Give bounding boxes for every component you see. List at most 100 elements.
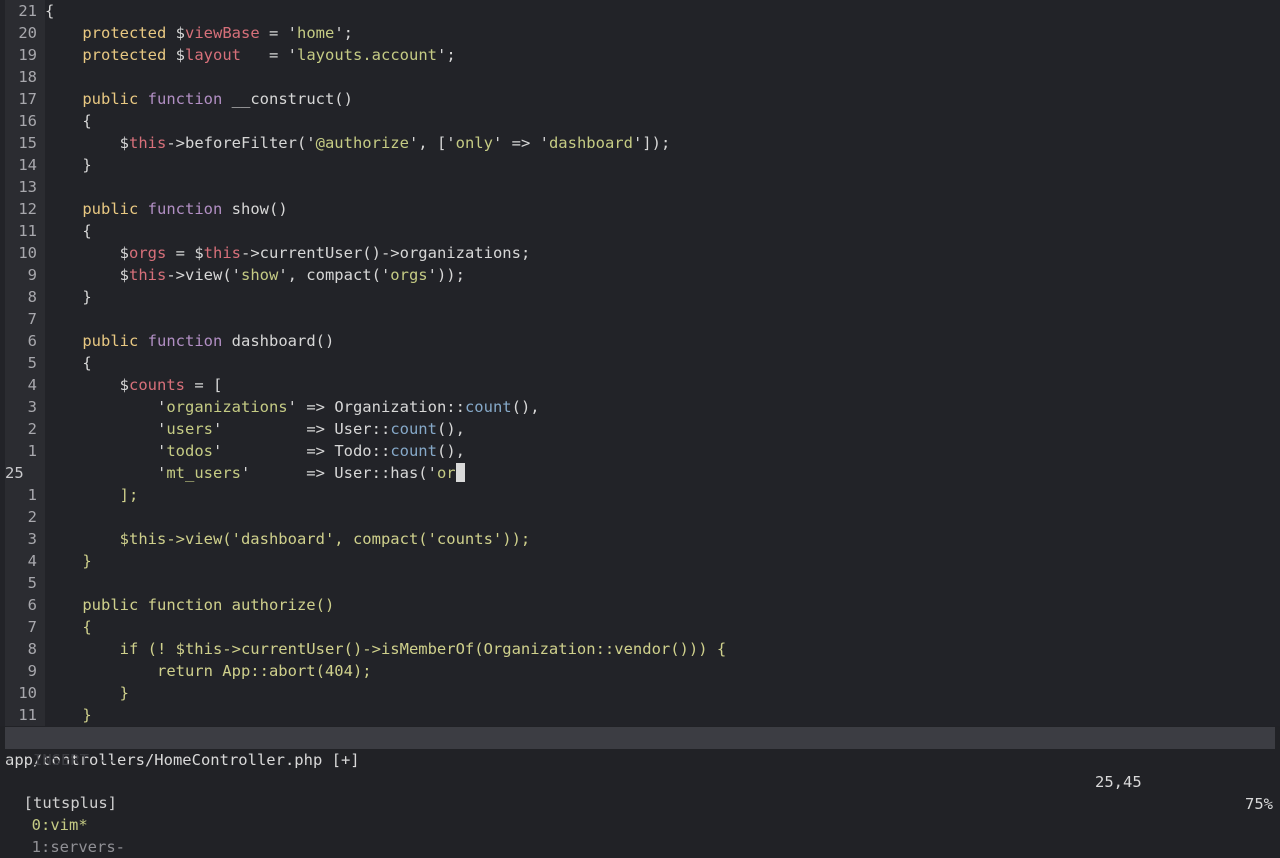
code-token: '; [436,46,456,64]
line-number: 17 [18,90,37,108]
code-token: count [390,442,437,460]
line-code: ]; [45,484,139,506]
code-token: show [240,266,279,284]
line-number: 3 [27,530,37,548]
code-token: ' => User::has(' [240,464,437,482]
code-token: dashboard [548,134,633,152]
code-token: function [147,332,223,350]
code-token: { [45,354,92,372]
line-code: $this->beforeFilter('@authorize', ['only… [45,132,671,154]
code-token: count [390,420,437,438]
tmux-session-name: [tutsplus] [23,794,117,812]
statusline-cursor-position: 25,45 [1095,773,1142,791]
line-code: 'users' => User::count(), [45,418,465,440]
text-cursor [455,463,465,482]
statusline-scroll-percent: 75% [1245,795,1273,813]
code-token: only [455,134,493,152]
code-token: = ' [259,24,297,42]
code-token: public [82,332,139,350]
code-token: this [203,244,241,262]
tmux-window-0[interactable]: 0:vim* [32,816,88,834]
line-number: 16 [18,112,37,130]
code-token: { [45,222,92,240]
line-code: $counts = [ [45,374,223,396]
line-code: } [45,154,92,176]
code-token: orgs [129,244,167,262]
code-token: mt_users [166,464,241,482]
code-token: ' => Organization:: [287,398,465,416]
code-token: = ' [241,46,297,64]
line-number: 5 [27,354,37,372]
line-number: 15 [18,134,37,152]
line-code: $this->view('show', compact('orgs')); [45,264,465,286]
line-number: 4 [27,376,37,394]
vim-mode-indicator: -- INSERT -- [5,751,117,769]
line-code: return App::abort(404); [45,660,372,682]
line-number: 2 [27,508,37,526]
line-number: 9 [27,662,37,680]
line-code: public function show() [45,198,288,220]
code-token: __construct() [222,90,353,108]
code-token: } [45,156,92,174]
tmux-statusbar: [tutsplus] 0:vim* 1:servers- [5,770,125,856]
code-token: { [45,112,92,130]
line-code: } [45,682,129,704]
code-token: or [436,464,456,482]
code-token: protected [82,46,167,64]
line-number: 19 [18,46,37,64]
code-token: '; [334,24,353,42]
line-code: public function authorize() [45,594,334,616]
code-token: show() [222,200,288,218]
code-token: ' => User:: [213,420,391,438]
code-token: dashboard() [222,332,335,350]
code-token: this [129,134,167,152]
line-code: $this->view('dashboard', compact('counts… [45,528,531,550]
line-code: } [45,704,91,726]
line-number: 14 [18,156,37,174]
vim-editor[interactable]: 21{20 protected $viewBase = 'home'; 19 pr… [0,0,1280,726]
line-number: 1 [27,486,37,504]
tmux-window-1[interactable]: 1:servers- [32,838,125,856]
code-token: users [166,420,213,438]
code-token: home [296,24,335,42]
line-number: 8 [27,640,37,658]
code-token: public [82,200,139,218]
line-code: { [45,616,92,638]
code-token: orgs [390,266,428,284]
line-code: { [45,220,92,242]
line-number: 10 [18,684,37,702]
code-token: $ [45,266,129,284]
line-code: { [45,110,92,132]
code-token: ->beforeFilter(' [166,134,316,152]
code-token: $ [166,46,185,64]
code-token: ]; [45,486,139,504]
code-token: ' [45,442,167,460]
code-token: function [147,200,223,218]
line-code: { [45,352,92,374]
code-token: this [129,266,167,284]
line-code: { [45,0,54,22]
code-token: (), [436,442,465,460]
code-token: return App::abort(404); [45,662,372,680]
line-number: 7 [27,618,37,636]
code-token: count [464,398,512,416]
code-token: $ [45,134,129,152]
line-code: } [45,550,91,572]
line-number: 4 [27,552,37,570]
code-token: ->view(' [166,266,241,284]
code-token: function [147,90,223,108]
code-token: } [45,684,129,702]
line-number: 5 [27,574,37,592]
code-token: ']); [632,134,671,152]
code-token: (), [436,420,465,438]
code-token: organizations [166,398,288,416]
line-code: 'todos' => Todo::count(), [45,440,465,462]
code-token: { [45,618,92,636]
line-number: 7 [27,310,37,328]
code-token: ' [45,420,167,438]
line-number: 6 [27,332,37,350]
code-token: $ [166,24,185,42]
